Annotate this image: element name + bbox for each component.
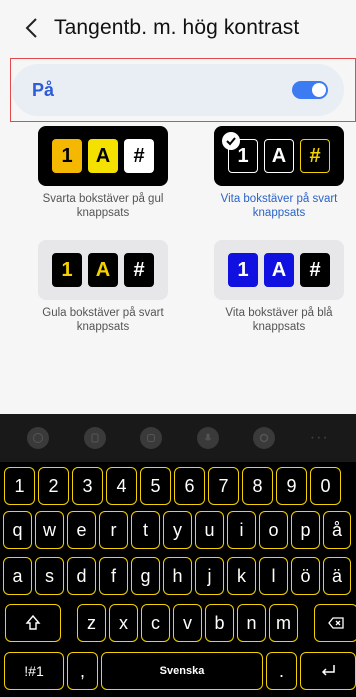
clipboard-icon[interactable] (83, 427, 106, 449)
key[interactable]: 6 (174, 467, 205, 505)
preview-key: # (300, 253, 330, 287)
key[interactable]: d (67, 557, 96, 595)
more-icon[interactable]: ··· (310, 429, 329, 447)
key[interactable]: a (3, 557, 32, 595)
preview-key: 1 (228, 253, 258, 287)
key[interactable]: n (237, 604, 266, 642)
period-key[interactable]: . (266, 652, 297, 690)
enter-icon (321, 665, 335, 676)
key[interactable]: 3 (72, 467, 103, 505)
preview-key: A (264, 253, 294, 287)
key[interactable]: h (163, 557, 192, 595)
key[interactable]: g (131, 557, 160, 595)
key[interactable]: z (77, 604, 106, 642)
keyboard-toolbar: ··· (0, 414, 356, 462)
key[interactable]: i (227, 511, 256, 549)
key[interactable]: u (195, 511, 224, 549)
space-key[interactable]: Svenska (101, 652, 263, 690)
keyboard-row-middle-letters: a s d f g h j k l ö ä (3, 557, 356, 595)
keyboard-row-numbers: 1 2 3 4 5 6 7 8 9 0 (4, 467, 356, 505)
key[interactable]: s (35, 557, 64, 595)
preview-key: 1 (52, 253, 82, 287)
key[interactable]: y (163, 511, 192, 549)
key[interactable]: 5 (140, 467, 171, 505)
theme-label: Vita bokstäver på svart knappsats (220, 193, 338, 219)
toggle-label: På (32, 79, 55, 100)
preview-key: A (88, 139, 118, 173)
theme-label: Vita bokstäver på blå knappsats (225, 307, 333, 333)
app-bar: Tangentb. m. hög kontrast (0, 0, 356, 56)
sticker-icon[interactable] (140, 427, 163, 449)
theme-black-on-yellow[interactable]: 1 A # Svarta bokstäver på gul knappsats (38, 126, 168, 220)
theme-preview: 1 A # (214, 126, 344, 186)
theme-preview: 1 A # (38, 240, 168, 300)
emoji-icon[interactable] (27, 427, 50, 449)
key[interactable]: q (3, 511, 32, 549)
theme-white-on-blue[interactable]: 1 A # Vita bokstäver på blå knappsats (214, 240, 344, 334)
key[interactable]: f (99, 557, 128, 595)
back-button[interactable] (12, 0, 52, 56)
key[interactable]: p (291, 511, 320, 549)
page-title: Tangentb. m. hög kontrast (54, 16, 300, 39)
key[interactable]: o (259, 511, 288, 549)
preview-key: # (300, 139, 330, 173)
key[interactable]: c (141, 604, 170, 642)
key[interactable]: 0 (310, 467, 341, 505)
theme-preview: 1 A # (38, 126, 168, 186)
preview-key: A (88, 253, 118, 287)
symbols-key[interactable]: !#1 (4, 652, 64, 690)
backspace-icon (328, 617, 344, 629)
key[interactable]: w (35, 511, 64, 549)
switch-knob (312, 83, 326, 97)
key[interactable]: 1 (4, 467, 35, 505)
selected-check-icon (222, 132, 240, 150)
chevron-left-icon (25, 18, 37, 38)
microphone-icon[interactable] (196, 427, 219, 449)
key[interactable]: v (173, 604, 202, 642)
high-contrast-toggle-row[interactable]: På (12, 64, 344, 116)
backspace-key[interactable] (314, 604, 356, 642)
keyboard-row-bottom: !#1 , Svenska . (4, 652, 356, 690)
key[interactable]: 7 (208, 467, 239, 505)
keyboard-row-bottom-letters: z x c v b n m (5, 604, 356, 642)
theme-white-on-black[interactable]: 1 A # Vita bokstäver på svart knappsats (214, 126, 344, 220)
key[interactable]: 9 (276, 467, 307, 505)
key[interactable]: 4 (106, 467, 137, 505)
key[interactable]: e (67, 511, 96, 549)
enter-key[interactable] (300, 652, 356, 690)
key[interactable]: r (99, 511, 128, 549)
preview-key: A (264, 139, 294, 173)
key[interactable]: 8 (242, 467, 273, 505)
theme-label: Svarta bokstäver på gul knappsats (42, 193, 164, 219)
key[interactable]: å (323, 511, 351, 549)
shift-key[interactable] (5, 604, 61, 642)
preview-key: # (124, 253, 154, 287)
theme-label: Gula bokstäver på svart knappsats (42, 307, 164, 333)
settings-icon[interactable] (253, 427, 276, 449)
key[interactable]: t (131, 511, 160, 549)
key[interactable]: l (259, 557, 288, 595)
key[interactable]: b (205, 604, 234, 642)
shift-icon (25, 614, 41, 630)
preview-key: 1 (52, 139, 82, 173)
keyboard-row-top-letters: q w e r t y u i o p å (3, 511, 356, 549)
key[interactable]: x (109, 604, 138, 642)
key[interactable]: ö (291, 557, 320, 595)
comma-key[interactable]: , (67, 652, 98, 690)
key[interactable]: k (227, 557, 256, 595)
key[interactable]: 2 (38, 467, 69, 505)
key[interactable]: ä (323, 557, 351, 595)
key[interactable]: m (269, 604, 298, 642)
theme-yellow-on-black[interactable]: 1 A # Gula bokstäver på svart knappsats (38, 240, 168, 334)
preview-key: # (124, 139, 154, 173)
toggle-switch[interactable] (292, 81, 328, 99)
key[interactable]: j (195, 557, 224, 595)
theme-preview: 1 A # (214, 240, 344, 300)
